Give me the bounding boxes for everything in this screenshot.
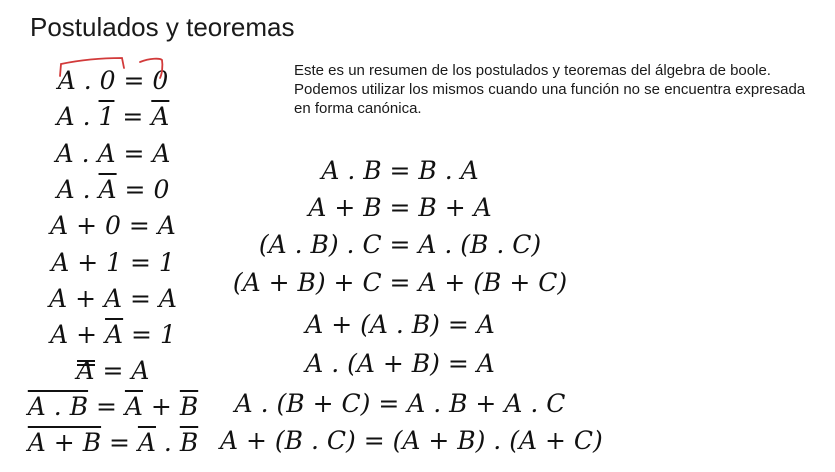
equation-demorgan-2: A + B = A . B: [27, 428, 199, 457]
equation-commutative-or: A + B = B + A: [308, 193, 492, 222]
equation-a-and-1: A . 1 = A: [56, 102, 170, 131]
equation-a-and-not-a: A . A = 0: [56, 175, 170, 204]
equation-associative-or: (A + B) + C = A + (B + C): [232, 268, 568, 297]
equation-a-and-a: A . A = A: [55, 139, 171, 168]
equation-a-or-not-a: A + A = 1: [50, 320, 176, 349]
equation-distributive-2: A + (B . C) = (A + B) . (A + C): [220, 426, 603, 455]
equation-absorption-2: A . (A + B) = A: [305, 349, 495, 378]
equation-demorgan-1: A . B = A + B: [27, 392, 199, 421]
equation-a-and-0: A . 0 = 0: [57, 66, 169, 95]
equation-a-or-1: A + 1 = 1: [51, 248, 175, 277]
slide-title: Postulados y teoremas: [30, 12, 295, 42]
equation-distributive-1: A . (B + C) = A . B + A . C: [234, 389, 566, 418]
equation-a-or-a: A + A = A: [49, 284, 177, 313]
equation-commutative-and: A . B = B . A: [321, 156, 479, 185]
equation-double-negation: A = A: [76, 356, 150, 385]
equation-associative-and: (A . B) . C = A . (B . C): [258, 230, 542, 259]
slide-description: Este es un resumen de los postulados y t…: [294, 62, 806, 117]
equation-a-or-0: A + 0 = A: [50, 211, 176, 240]
equation-absorption-1: A + (A . B) = A: [305, 310, 495, 339]
